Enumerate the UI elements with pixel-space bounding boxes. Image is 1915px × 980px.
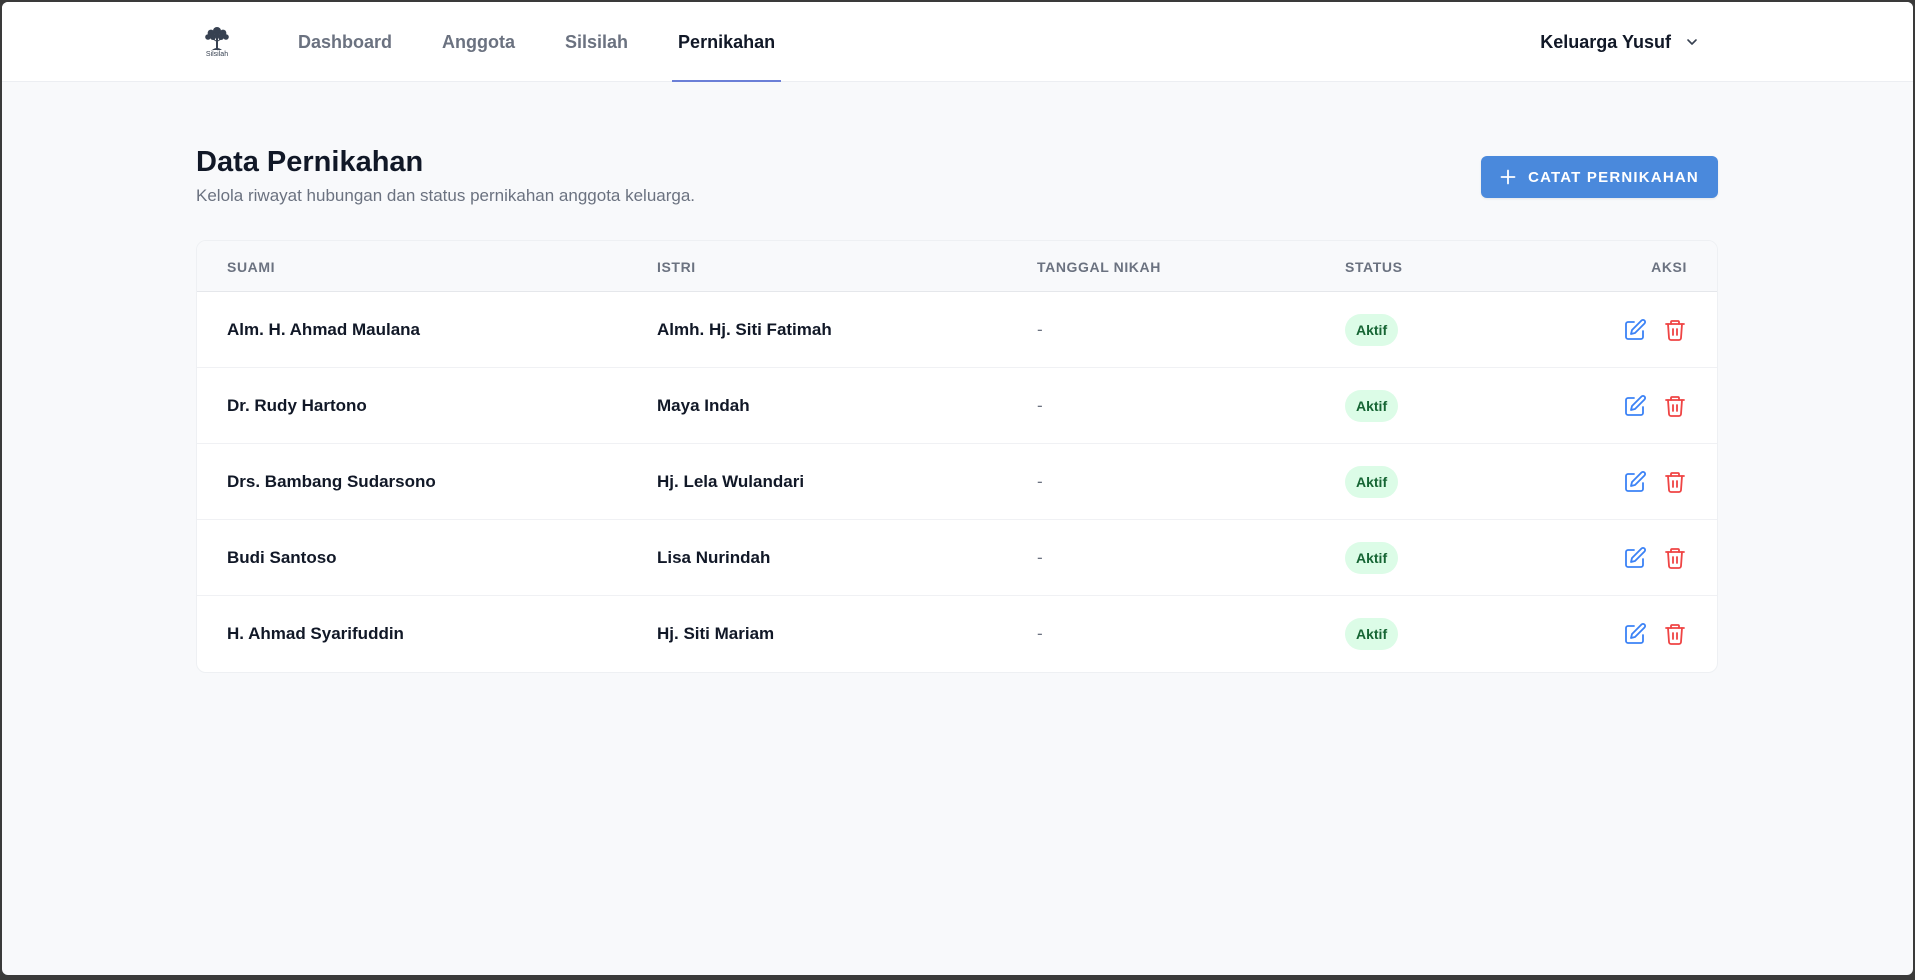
app-window: Silsilah Dashboard Anggota Silsilah Pern… bbox=[2, 2, 1913, 975]
nav-item-pernikahan[interactable]: Pernikahan bbox=[672, 2, 782, 82]
marriage-table: SUAMI ISTRI TANGGAL NIKAH STATUS AKSI Al… bbox=[196, 240, 1718, 673]
cell-istri: Hj. Siti Mariam bbox=[657, 624, 775, 643]
add-marriage-button-label: CATAT PERNIKAHAN bbox=[1528, 168, 1699, 186]
edit-icon[interactable] bbox=[1623, 546, 1647, 570]
status-badge: Aktif bbox=[1345, 466, 1399, 498]
trash-icon[interactable] bbox=[1663, 546, 1687, 570]
page-title: Data Pernikahan bbox=[196, 146, 424, 178]
cell-status: Aktif bbox=[1345, 596, 1399, 672]
table-row: Budi Santoso Lisa Nurindah - Aktif bbox=[197, 520, 1717, 596]
cell-istri: Almh. Hj. Siti Fatimah bbox=[657, 320, 832, 339]
edit-icon[interactable] bbox=[1623, 622, 1647, 646]
tree-logo-icon bbox=[205, 27, 229, 50]
header-istri: ISTRI bbox=[657, 258, 696, 275]
plus-icon bbox=[1500, 169, 1516, 185]
cell-tanggal-nikah: - bbox=[1037, 396, 1043, 415]
logo-text: Silsilah bbox=[205, 51, 229, 58]
trash-icon[interactable] bbox=[1663, 394, 1687, 418]
cell-tanggal-nikah: - bbox=[1037, 548, 1043, 567]
cell-tanggal-nikah: - bbox=[1037, 320, 1043, 339]
logo[interactable]: Silsilah bbox=[200, 24, 234, 62]
cell-tanggal-nikah: - bbox=[1037, 472, 1043, 491]
header-suami: SUAMI bbox=[227, 258, 276, 275]
header-status: STATUS bbox=[1345, 258, 1403, 275]
cell-istri: Hj. Lela Wulandari bbox=[657, 472, 805, 491]
cell-status: Aktif bbox=[1345, 444, 1399, 520]
page-header: Data Pernikahan Kelola riwayat hubungan … bbox=[196, 82, 1718, 240]
table-row: H. Ahmad Syarifuddin Hj. Siti Mariam - A… bbox=[197, 596, 1717, 672]
chevron-down-icon bbox=[1685, 35, 1699, 49]
table-row: Alm. H. Ahmad Maulana Almh. Hj. Siti Fat… bbox=[197, 292, 1717, 368]
nav-item-silsilah[interactable]: Silsilah bbox=[559, 2, 634, 82]
header-tanggal-nikah: TANGGAL NIKAH bbox=[1037, 258, 1161, 275]
status-badge: Aktif bbox=[1345, 542, 1399, 574]
cell-actions bbox=[1623, 520, 1687, 596]
nav-item-anggota[interactable]: Anggota bbox=[436, 2, 521, 82]
main-nav: Dashboard Anggota Silsilah Pernikahan bbox=[292, 2, 819, 82]
cell-suami: Drs. Bambang Sudarsono bbox=[227, 472, 436, 491]
cell-suami: Dr. Rudy Hartono bbox=[227, 396, 367, 415]
cell-tanggal-nikah: - bbox=[1037, 624, 1043, 643]
cell-suami: Budi Santoso bbox=[227, 548, 337, 567]
cell-status: Aktif bbox=[1345, 368, 1399, 444]
account-name: Keluarga Yusuf bbox=[1540, 31, 1671, 52]
status-badge: Aktif bbox=[1345, 390, 1399, 422]
trash-icon[interactable] bbox=[1663, 470, 1687, 494]
table-row: Dr. Rudy Hartono Maya Indah - Aktif bbox=[197, 368, 1717, 444]
table-header: SUAMI ISTRI TANGGAL NIKAH STATUS AKSI bbox=[197, 241, 1717, 292]
top-navigation-bar: Silsilah Dashboard Anggota Silsilah Pern… bbox=[2, 2, 1913, 82]
header-aksi: AKSI bbox=[1651, 258, 1687, 275]
status-badge: Aktif bbox=[1345, 618, 1399, 650]
add-marriage-button[interactable]: CATAT PERNIKAHAN bbox=[1481, 156, 1718, 198]
cell-suami: H. Ahmad Syarifuddin bbox=[227, 624, 404, 643]
table-row: Drs. Bambang Sudarsono Hj. Lela Wulandar… bbox=[197, 444, 1717, 520]
trash-icon[interactable] bbox=[1663, 318, 1687, 342]
page-subtitle: Kelola riwayat hubungan dan status perni… bbox=[196, 186, 696, 205]
cell-status: Aktif bbox=[1345, 520, 1399, 596]
cell-actions bbox=[1623, 596, 1687, 672]
cell-suami: Alm. H. Ahmad Maulana bbox=[227, 320, 421, 339]
account-switcher[interactable]: Keluarga Yusuf bbox=[1540, 2, 1699, 82]
cell-actions bbox=[1623, 292, 1687, 368]
edit-icon[interactable] bbox=[1623, 318, 1647, 342]
cell-actions bbox=[1623, 368, 1687, 444]
cell-istri: Lisa Nurindah bbox=[657, 548, 771, 567]
cell-actions bbox=[1623, 444, 1687, 520]
nav-item-dashboard[interactable]: Dashboard bbox=[292, 2, 398, 82]
edit-icon[interactable] bbox=[1623, 394, 1647, 418]
cell-istri: Maya Indah bbox=[657, 396, 750, 415]
main-content: Data Pernikahan Kelola riwayat hubungan … bbox=[196, 82, 1718, 673]
trash-icon[interactable] bbox=[1663, 622, 1687, 646]
cell-status: Aktif bbox=[1345, 292, 1399, 368]
status-badge: Aktif bbox=[1345, 314, 1399, 346]
edit-icon[interactable] bbox=[1623, 470, 1647, 494]
